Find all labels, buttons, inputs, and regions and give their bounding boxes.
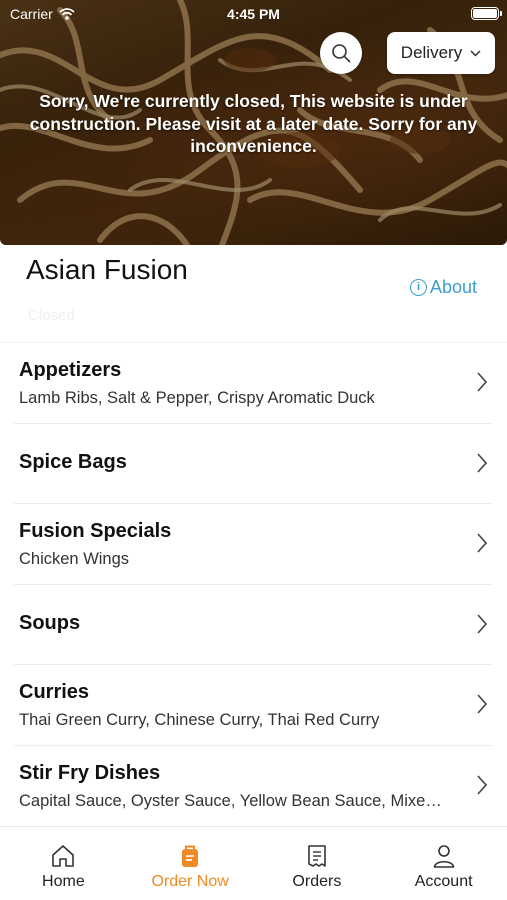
tab-label: Account <box>414 873 473 890</box>
category-item-spice-bags[interactable]: Spice Bags <box>14 422 493 504</box>
chevron-right-icon <box>477 613 487 634</box>
chevron-right-icon <box>477 774 487 795</box>
category-title: Curries <box>19 681 90 703</box>
category-title: Stir Fry Dishes <box>19 761 161 784</box>
tab-order-now[interactable]: Order Now <box>127 827 254 900</box>
battery-icon <box>471 7 502 20</box>
chevron-right-icon <box>477 372 487 392</box>
tab-label: Order Now <box>151 873 229 890</box>
category-item-appetizers[interactable]: Appetizers Lamb Ribs, Salt & Pepper, Cri… <box>0 342 507 423</box>
bottom-tab-bar: Home Order Now Orders Account <box>0 826 507 900</box>
category-item-soups[interactable]: Soups <box>14 583 493 665</box>
order-bag-icon <box>182 845 199 867</box>
category-title: Fusion Specials <box>19 520 172 542</box>
tab-account[interactable]: Account <box>380 827 507 900</box>
chevron-right-icon <box>477 694 487 714</box>
category-subtitle: Lamb Ribs, Salt & Pepper, Crispy Aromati… <box>19 389 375 407</box>
closed-message: Sorry, We're currently closed, This webs… <box>29 91 478 156</box>
chevron-down-icon <box>470 49 481 57</box>
info-icon: i <box>410 279 427 296</box>
category-subtitle: Capital Sauce, Oyster Sauce, Yellow Bean… <box>19 791 442 810</box>
delivery-mode-select[interactable]: Delivery <box>387 32 495 74</box>
category-item-fusion-specials[interactable]: Fusion Specials Chicken Wings <box>14 503 493 584</box>
category-subtitle: Chicken Wings <box>19 550 130 568</box>
about-link[interactable]: i About <box>410 277 477 298</box>
restaurant-name: Asian Fusion <box>26 254 188 285</box>
search-button[interactable] <box>320 32 362 74</box>
tab-label: Home <box>42 873 85 890</box>
account-icon <box>433 845 454 868</box>
hero-banner: Carrier 4:45 PM Delivery Sorry, We're cu… <box>0 0 507 245</box>
category-item-stir-fry-dishes[interactable]: Stir Fry Dishes Capital Sauce, Oyster Sa… <box>14 744 493 826</box>
category-title: Soups <box>19 611 81 634</box>
tab-home[interactable]: Home <box>0 827 127 900</box>
tab-orders[interactable]: Orders <box>254 827 381 900</box>
delivery-mode-label: Delivery <box>400 43 463 62</box>
category-title: Appetizers <box>19 359 122 381</box>
category-item-curries[interactable]: Curries Thai Green Curry, Chinese Curry,… <box>14 664 493 745</box>
category-list: Appetizers Lamb Ribs, Salt & Pepper, Cri… <box>0 342 507 825</box>
category-subtitle: Thai Green Curry, Chinese Curry, Thai Re… <box>19 711 380 729</box>
home-icon <box>52 845 75 867</box>
tab-label: Orders <box>292 873 342 890</box>
chevron-right-icon <box>477 533 487 553</box>
chevron-right-icon <box>477 452 487 473</box>
status-bar: Carrier 4:45 PM <box>0 0 507 28</box>
status-time: 4:45 PM <box>227 6 280 22</box>
open-status: Closed <box>28 307 75 324</box>
about-label: About <box>430 277 478 297</box>
search-icon <box>332 44 351 63</box>
category-title: Spice Bags <box>19 450 127 473</box>
receipt-icon <box>308 845 326 867</box>
